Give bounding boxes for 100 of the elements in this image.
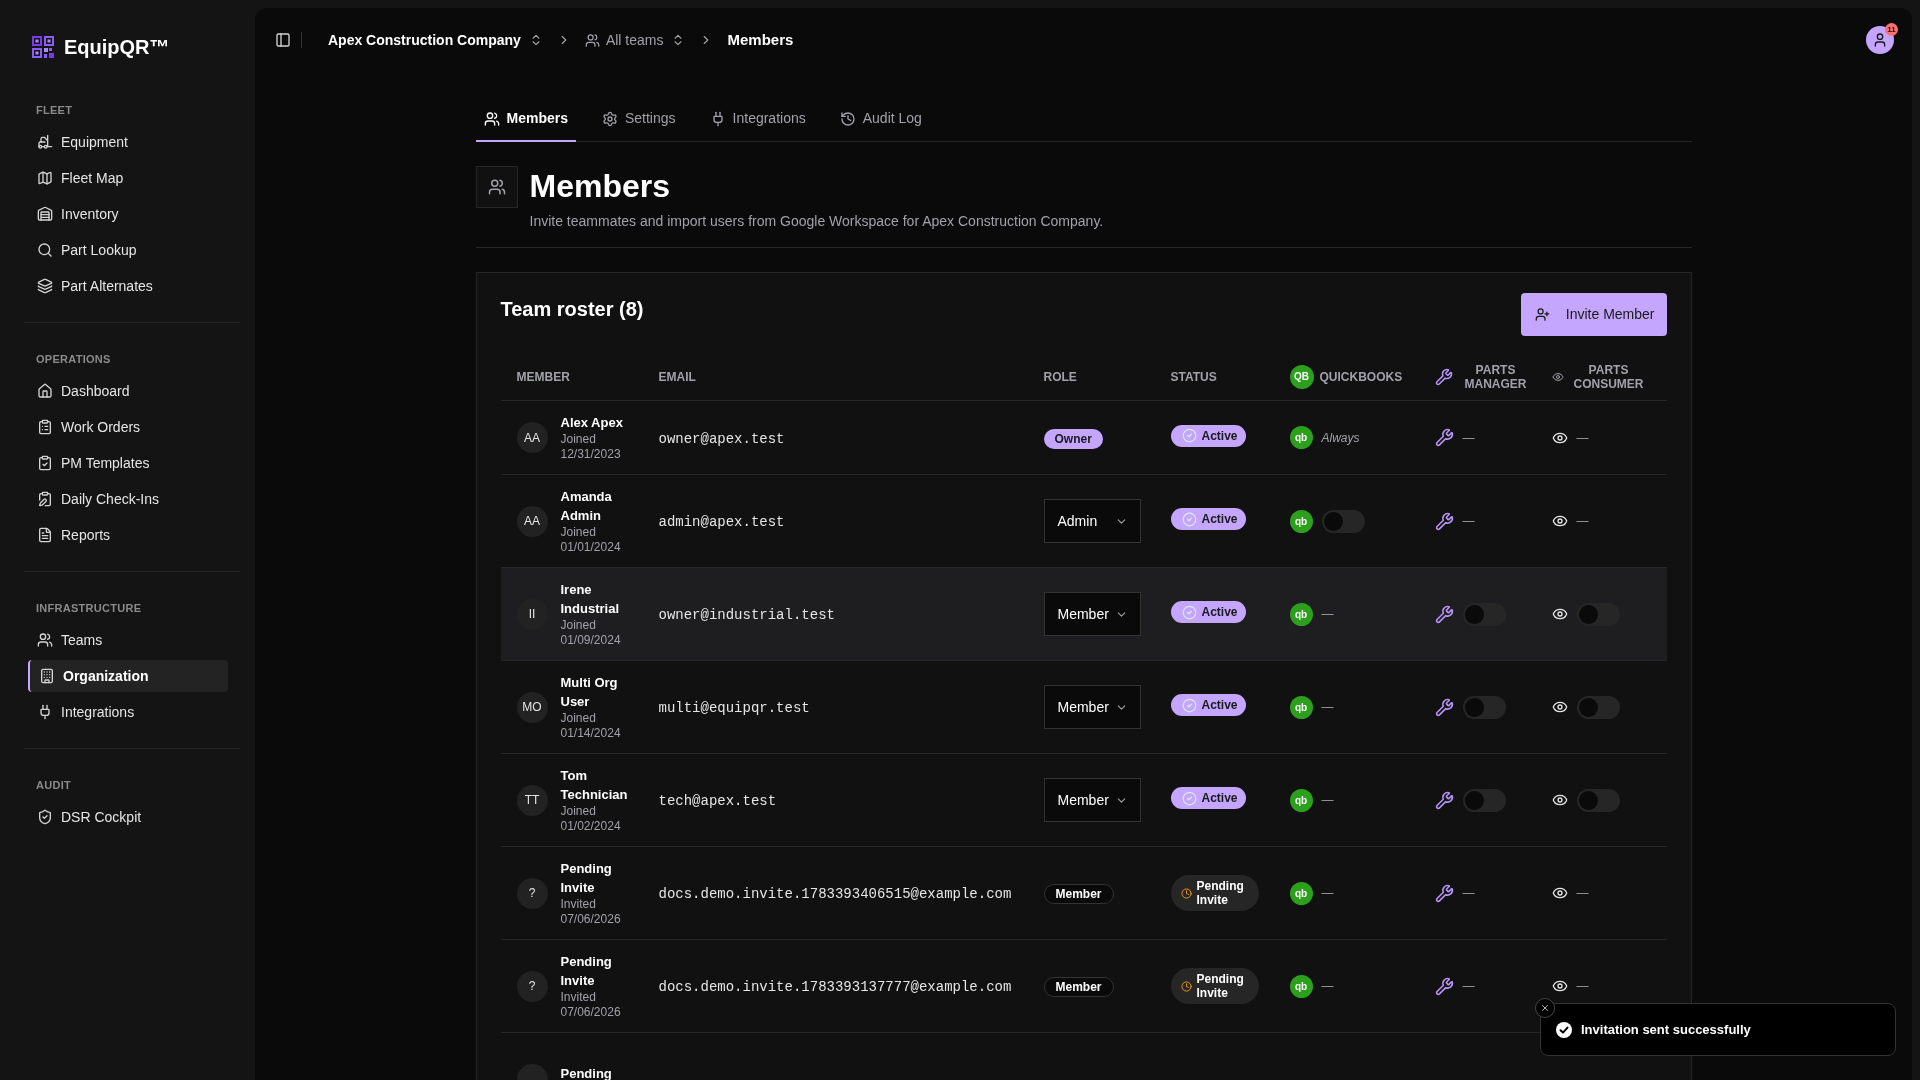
member-name: Tom Technician bbox=[560, 767, 629, 804]
tab[interactable]: Audit Log bbox=[831, 97, 930, 142]
wrench-icon bbox=[1434, 697, 1454, 717]
dash-text: — bbox=[1576, 429, 1589, 447]
eye-icon bbox=[1551, 885, 1568, 901]
email-text: admin@apex.test bbox=[658, 514, 785, 530]
member-name: Multi Org User bbox=[560, 674, 619, 711]
status-badge: Pending Invite bbox=[1170, 968, 1259, 1004]
role-select[interactable]: Member bbox=[1043, 592, 1141, 636]
organization-switcher[interactable]: Apex Construction Company bbox=[328, 29, 543, 51]
member-name: Pending bbox=[560, 1064, 613, 1080]
email-text: owner@industrial.test bbox=[658, 607, 835, 623]
users-icon bbox=[483, 110, 500, 127]
forklift-icon bbox=[37, 134, 53, 150]
avatar: ? bbox=[516, 970, 548, 1002]
toast-message: Invitation sent successfully bbox=[1581, 1020, 1751, 1039]
email-text: multi@equipqr.test bbox=[658, 700, 810, 716]
notification-count: 11 bbox=[1885, 23, 1898, 36]
toggle-switch[interactable] bbox=[1462, 695, 1506, 719]
qb-logo: qb bbox=[1289, 974, 1313, 998]
sidebar-item[interactable]: Integrations bbox=[28, 696, 228, 728]
sidebar-item[interactable]: Dashboard bbox=[28, 375, 228, 407]
history-icon bbox=[839, 110, 856, 127]
wrench-icon bbox=[1434, 604, 1454, 624]
toggle-switch[interactable] bbox=[1462, 602, 1506, 626]
member-name: Alex Apex bbox=[560, 414, 624, 432]
eye-icon bbox=[1551, 792, 1568, 808]
sidebar-item[interactable]: Part Alternates bbox=[28, 270, 228, 302]
sidebar-item[interactable]: DSR Cockpit bbox=[28, 801, 228, 833]
eye-icon bbox=[1551, 606, 1568, 622]
sidebar-item[interactable]: Inventory bbox=[28, 198, 228, 230]
sidebar-item[interactable]: Work Orders bbox=[28, 411, 228, 443]
sidebar-item[interactable]: Fleet Map bbox=[28, 162, 228, 194]
avatar: II bbox=[516, 598, 548, 630]
sidebar-item[interactable]: Organization bbox=[28, 660, 228, 692]
check-circle-icon bbox=[1556, 1021, 1572, 1038]
column-header: ROLE bbox=[1043, 369, 1077, 384]
eye-icon bbox=[1551, 699, 1568, 715]
member-detail: Joined 01/09/2024 bbox=[560, 618, 622, 648]
sidebar-item[interactable]: Daily Check-Ins bbox=[28, 483, 228, 515]
sidebar-item[interactable]: Teams bbox=[28, 624, 228, 656]
role-badge: Owner bbox=[1043, 428, 1103, 449]
role-select[interactable]: Member bbox=[1043, 778, 1141, 822]
member-detail: Joined 01/14/2024 bbox=[560, 711, 622, 741]
check-circle-icon bbox=[1181, 428, 1197, 444]
eye-icon bbox=[1551, 370, 1564, 383]
wrench-icon bbox=[1434, 428, 1454, 447]
member-name: Irene Industrial bbox=[560, 581, 620, 618]
warehouse-icon bbox=[37, 206, 53, 222]
dash-text: — bbox=[1576, 885, 1589, 902]
avatar: ? bbox=[516, 877, 548, 909]
logo-icon bbox=[32, 36, 54, 58]
email-text: owner@apex.test bbox=[658, 430, 785, 447]
status-badge: Active bbox=[1170, 694, 1246, 717]
sidebar-item[interactable]: Part Lookup bbox=[28, 234, 228, 266]
member-name: Amanda Admin bbox=[560, 488, 613, 525]
member-name: Pending Invite bbox=[560, 953, 613, 990]
clipboard-pen-icon bbox=[37, 491, 53, 507]
member-detail: Joined 12/31/2023 bbox=[560, 432, 622, 462]
users-icon bbox=[475, 166, 518, 208]
team-switcher[interactable]: All teams bbox=[584, 29, 686, 51]
clock-icon bbox=[1180, 887, 1192, 899]
sidebar-item[interactable]: Equipment bbox=[28, 126, 228, 158]
avatar: AA bbox=[516, 505, 548, 537]
user-plus-icon bbox=[1534, 307, 1550, 322]
user-icon bbox=[1872, 32, 1888, 48]
toggle-switch[interactable] bbox=[1576, 695, 1620, 719]
toggle-switch[interactable] bbox=[1462, 788, 1506, 812]
email-text: docs.demo.invite.1783393137777@example.com bbox=[658, 979, 1012, 995]
status-badge: Pending Invite bbox=[1170, 875, 1259, 911]
column-header: STATUS bbox=[1170, 369, 1217, 384]
role-select[interactable]: Admin bbox=[1043, 499, 1141, 543]
toggle-switch[interactable] bbox=[1576, 788, 1620, 812]
users-icon bbox=[37, 632, 53, 648]
tab[interactable]: Settings bbox=[593, 97, 684, 142]
toggle-switch[interactable] bbox=[1576, 602, 1620, 626]
user-avatar[interactable] bbox=[1866, 26, 1894, 54]
tab[interactable]: Integrations bbox=[701, 97, 814, 142]
plug-icon bbox=[37, 704, 53, 720]
qb-logo: qb bbox=[1289, 788, 1313, 812]
member-detail: Invited 07/06/2026 bbox=[560, 990, 622, 1020]
shield-check-icon bbox=[37, 809, 53, 825]
avatar: MO bbox=[516, 691, 548, 723]
invite-member-button[interactable]: Invite Member bbox=[1520, 293, 1667, 336]
toggle-switch[interactable] bbox=[1321, 509, 1365, 533]
role-select[interactable]: Member bbox=[1043, 685, 1141, 729]
house-icon bbox=[37, 383, 53, 399]
dash-text: — bbox=[1321, 978, 1334, 995]
sidebar-toggle-icon[interactable] bbox=[275, 32, 291, 48]
member-detail: Joined 01/01/2024 bbox=[560, 525, 622, 555]
tab[interactable]: Members bbox=[475, 97, 576, 142]
check-circle-icon bbox=[1181, 790, 1197, 806]
sidebar-item[interactable]: Reports bbox=[28, 519, 228, 551]
wrench-icon bbox=[1434, 790, 1454, 810]
column-header: PARTS MANAGER bbox=[1463, 362, 1528, 391]
users-icon bbox=[584, 32, 600, 48]
note-text: Always bbox=[1321, 429, 1360, 447]
sidebar-item[interactable]: PM Templates bbox=[28, 447, 228, 479]
building-icon bbox=[39, 668, 55, 684]
wrench-icon bbox=[1434, 367, 1453, 386]
